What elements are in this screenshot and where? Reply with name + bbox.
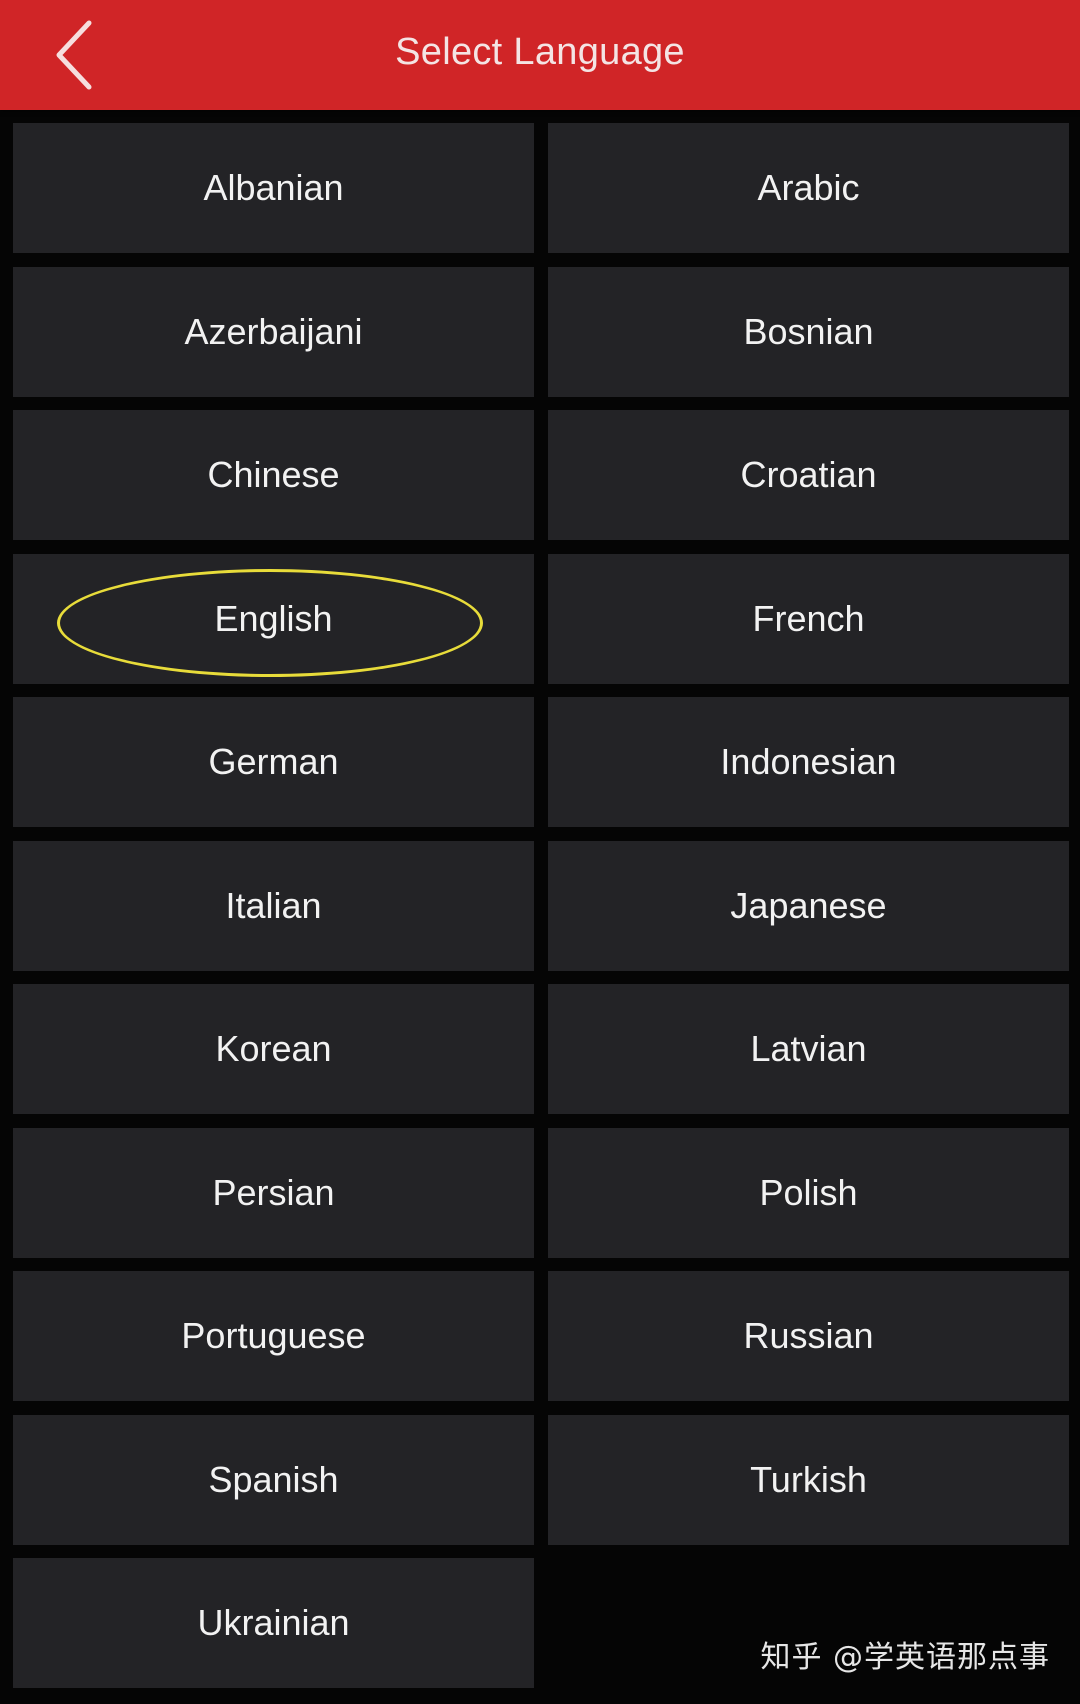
language-option-ukrainian[interactable]: Ukrainian (13, 1558, 534, 1688)
language-option-label: Indonesian (720, 741, 897, 782)
language-option-label: Azerbaijani (184, 310, 363, 352)
language-option-french[interactable]: French (548, 553, 1069, 684)
language-option-label: Italian (225, 884, 322, 926)
language-option-croatian[interactable]: Croatian (548, 410, 1069, 540)
language-option-indonesian[interactable]: Indonesian (548, 697, 1069, 827)
language-option-label: English (214, 597, 333, 639)
language-option-label: Bosnian (743, 310, 874, 352)
language-option-label: Turkish (750, 1458, 867, 1500)
language-option-label: Ukrainian (197, 1602, 350, 1643)
language-option-label: Korean (215, 1028, 332, 1069)
language-option-arabic[interactable]: Arabic (548, 123, 1069, 253)
language-option-label: French (752, 597, 865, 639)
language-option-label: Chinese (207, 454, 340, 495)
language-option-label: Japanese (730, 884, 887, 926)
language-option-label: Latvian (750, 1028, 867, 1069)
language-option-spanish[interactable]: Spanish (13, 1414, 534, 1545)
language-grid: Albanian Arabic Azerbaijani Bosnian Chinese C… (13, 123, 1069, 1688)
language-option-label: Polish (759, 1171, 858, 1213)
language-option-label: Persian (212, 1171, 335, 1213)
language-option-german[interactable]: German (13, 697, 534, 827)
language-option-japanese[interactable]: Japanese (548, 840, 1069, 971)
page-title: Select Language (395, 31, 685, 73)
watermark-text: 知乎 @学英语那点事 (760, 1640, 1050, 1675)
language-option-azerbaijani[interactable]: Azerbaijani (13, 266, 534, 397)
language-option-label: German (208, 741, 339, 782)
language-option-albanian[interactable]: Albanian (13, 123, 534, 253)
language-option-label: Spanish (208, 1458, 339, 1500)
language-option-label: Portuguese (181, 1315, 366, 1356)
language-option-bosnian[interactable]: Bosnian (548, 266, 1069, 397)
language-option-russian[interactable]: Russian (548, 1271, 1069, 1401)
language-option-korean[interactable]: Korean (13, 984, 534, 1114)
language-option-english[interactable]: English (13, 553, 534, 684)
language-option-label: Russian (743, 1315, 874, 1356)
language-option-persian[interactable]: Persian (13, 1127, 534, 1258)
language-option-chinese[interactable]: Chinese (13, 410, 534, 540)
language-option-label: Arabic (757, 167, 860, 208)
language-option-portuguese[interactable]: Portuguese (13, 1271, 534, 1401)
app-header: Select Language (0, 0, 1080, 110)
language-option-turkish[interactable]: Turkish (548, 1414, 1069, 1545)
language-option-polish[interactable]: Polish (548, 1127, 1069, 1258)
language-option-label: Croatian (740, 454, 877, 495)
language-option-label: Albanian (203, 167, 344, 208)
language-option-latvian[interactable]: Latvian (548, 984, 1069, 1114)
language-option-italian[interactable]: Italian (13, 840, 534, 971)
